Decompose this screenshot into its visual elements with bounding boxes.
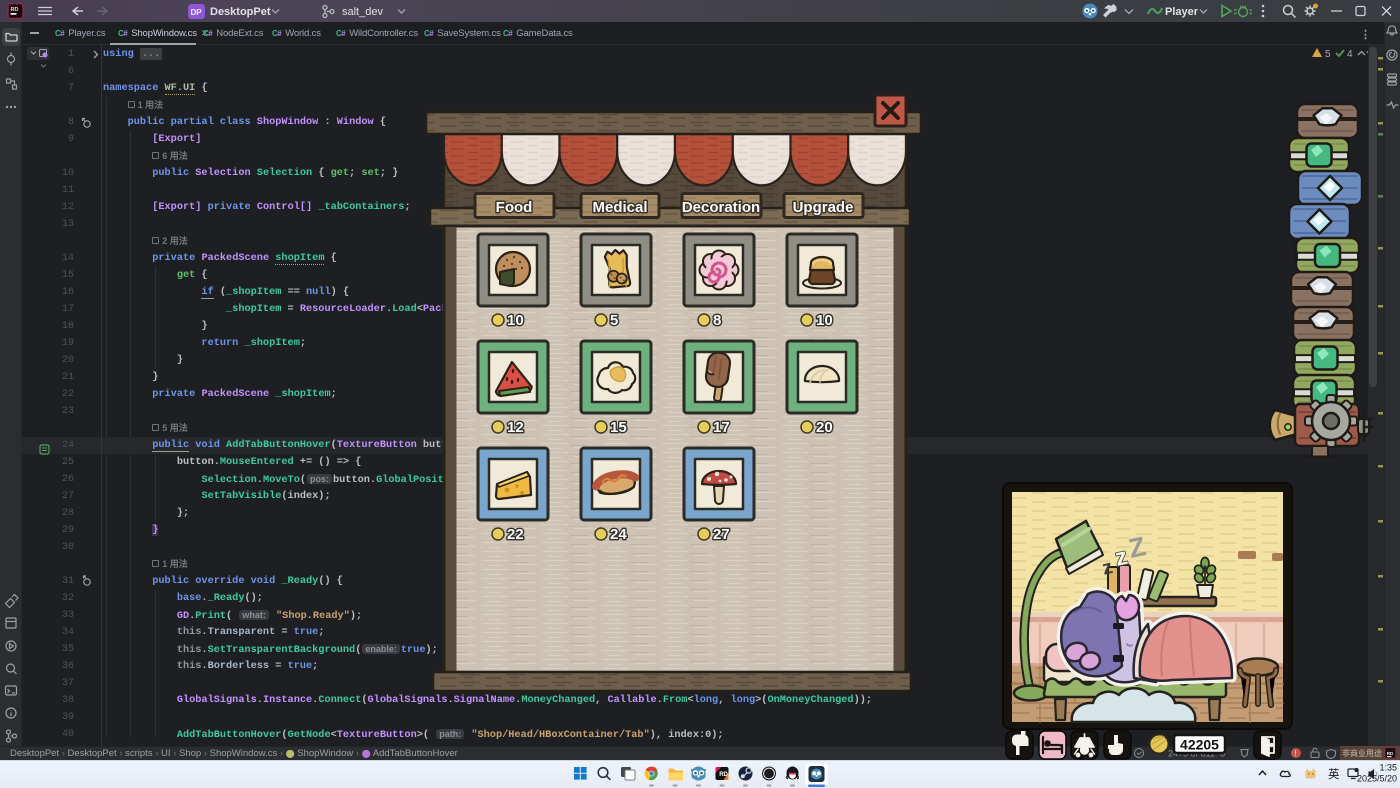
- svg-text:42205: 42205: [1180, 737, 1219, 753]
- svg-text:10: 10: [507, 312, 524, 329]
- svg-text:27: 27: [713, 526, 730, 543]
- svg-text:5: 5: [610, 312, 618, 329]
- svg-text:Decoration: Decoration: [682, 199, 760, 216]
- svg-text:Medical: Medical: [592, 199, 647, 216]
- svg-text:17: 17: [713, 419, 730, 436]
- svg-text:8: 8: [713, 312, 721, 329]
- svg-text:24: 24: [610, 526, 627, 543]
- svg-text:15: 15: [610, 419, 627, 436]
- svg-text:12: 12: [507, 419, 524, 436]
- svg-text:Food: Food: [496, 199, 533, 216]
- svg-text:20: 20: [816, 419, 833, 436]
- svg-text:10: 10: [816, 312, 833, 329]
- svg-text:22: 22: [507, 526, 524, 543]
- svg-text:Upgrade: Upgrade: [793, 199, 854, 216]
